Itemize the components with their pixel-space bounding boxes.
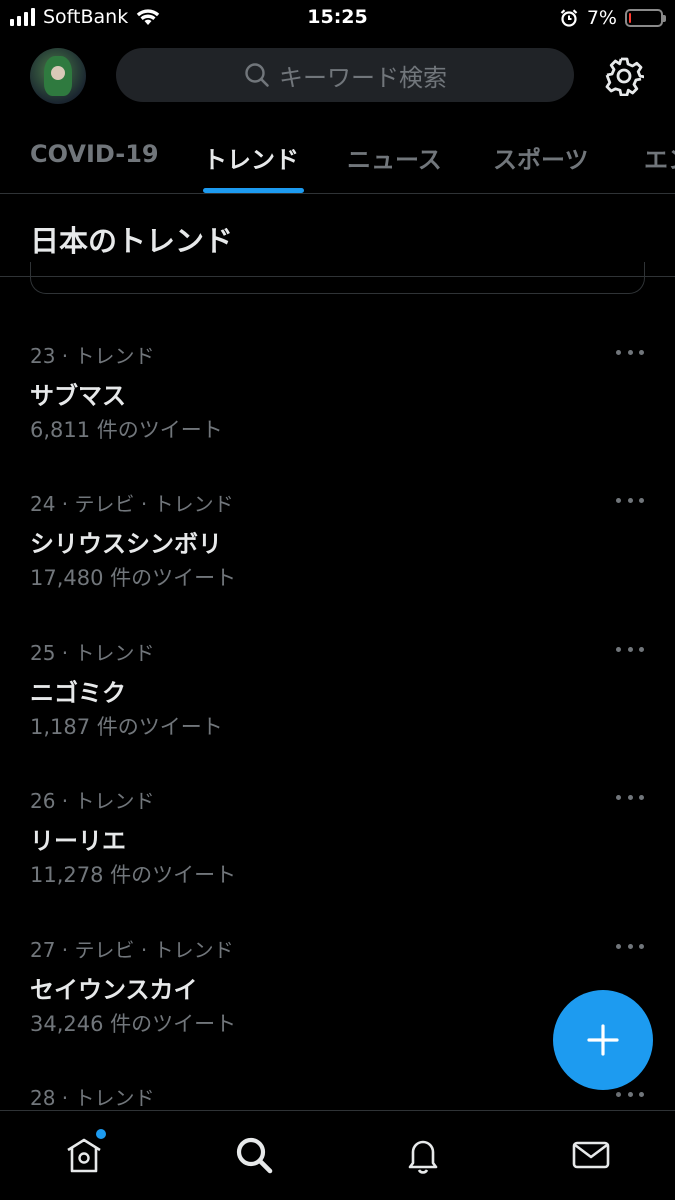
more-options-icon[interactable] <box>616 942 644 950</box>
trend-item[interactable]: 23 · トレンド サブマス 6,811 件のツイート <box>0 340 675 480</box>
notification-badge <box>96 1129 106 1139</box>
screen: SoftBank 15:25 7% キーワード検索 COVID-19 トレンド … <box>0 0 675 1200</box>
nav-notifications[interactable] <box>401 1133 445 1177</box>
search-placeholder: キーワード検索 <box>279 63 447 92</box>
status-bar: SoftBank 15:25 7% <box>0 0 675 38</box>
bottom-nav <box>0 1110 675 1200</box>
more-options-icon[interactable] <box>616 348 644 356</box>
trend-tweet-count: 11,278 件のツイート <box>30 863 237 887</box>
home-icon <box>67 1138 101 1173</box>
trend-name: セイウンスカイ <box>30 976 198 1004</box>
mail-icon <box>572 1141 610 1169</box>
trend-name: リーリエ <box>30 827 126 855</box>
alarm-icon <box>560 9 578 27</box>
nav-search[interactable] <box>232 1133 276 1177</box>
more-options-icon[interactable] <box>616 496 644 504</box>
user-avatar[interactable] <box>30 48 86 104</box>
tab-covid-19[interactable]: COVID-19 <box>30 140 159 168</box>
battery-percent: 7% <box>586 7 617 29</box>
search-icon <box>236 1137 273 1174</box>
trend-tweet-count: 6,811 件のツイート <box>30 418 223 442</box>
tab-bar: COVID-19 トレンド ニュース スポーツ エン <box>0 118 675 194</box>
more-options-icon[interactable] <box>616 1090 644 1098</box>
nav-home[interactable] <box>62 1129 106 1177</box>
battery-level <box>629 13 631 23</box>
trend-name: サブマス <box>30 382 126 410</box>
trend-tweet-count: 17,480 件のツイート <box>30 566 237 590</box>
trend-meta: 26 · トレンド <box>30 789 155 813</box>
top-header: キーワード検索 <box>0 38 675 118</box>
compose-plus-icon <box>587 1024 619 1056</box>
tab-active-indicator <box>203 188 304 193</box>
battery-icon <box>625 9 666 27</box>
compose-button[interactable] <box>553 990 653 1090</box>
trend-item[interactable]: 25 · トレンド ニゴミク 1,187 件のツイート <box>0 637 675 777</box>
trend-meta: 27 · テレビ · トレンド <box>30 938 234 962</box>
status-right: 7% <box>559 7 666 29</box>
trend-name: シリウスシンボリ <box>30 530 222 558</box>
tab-trends[interactable]: トレンド <box>203 140 299 175</box>
trend-meta: 24 · テレビ · トレンド <box>30 492 234 516</box>
trend-meta: 25 · トレンド <box>30 641 155 665</box>
trend-item[interactable]: 26 · トレンド リーリエ 11,278 件のツイート <box>0 785 675 925</box>
trend-tweet-count: 34,246 件のツイート <box>30 1012 237 1036</box>
trend-meta: 23 · トレンド <box>30 344 155 368</box>
nav-messages[interactable] <box>569 1133 613 1177</box>
trend-tweet-count: 1,187 件のツイート <box>30 715 223 739</box>
trend-meta: 28 · トレンド <box>30 1086 155 1110</box>
more-options-icon[interactable] <box>616 645 644 653</box>
gear-icon[interactable] <box>604 56 644 96</box>
page-title: 日本のトレンド <box>30 224 234 258</box>
more-options-icon[interactable] <box>616 793 644 801</box>
partial-card <box>30 262 645 294</box>
bell-icon <box>408 1140 438 1174</box>
trend-name: ニゴミク <box>30 679 126 707</box>
search-icon <box>245 63 269 87</box>
search-input[interactable]: キーワード検索 <box>116 48 574 102</box>
tab-news[interactable]: ニュース <box>347 140 442 175</box>
tab-entertainment[interactable]: エン <box>644 140 675 175</box>
trend-item[interactable]: 24 · テレビ · トレンド シリウスシンボリ 17,480 件のツイート <box>0 488 675 628</box>
tab-sports[interactable]: スポーツ <box>493 140 589 175</box>
